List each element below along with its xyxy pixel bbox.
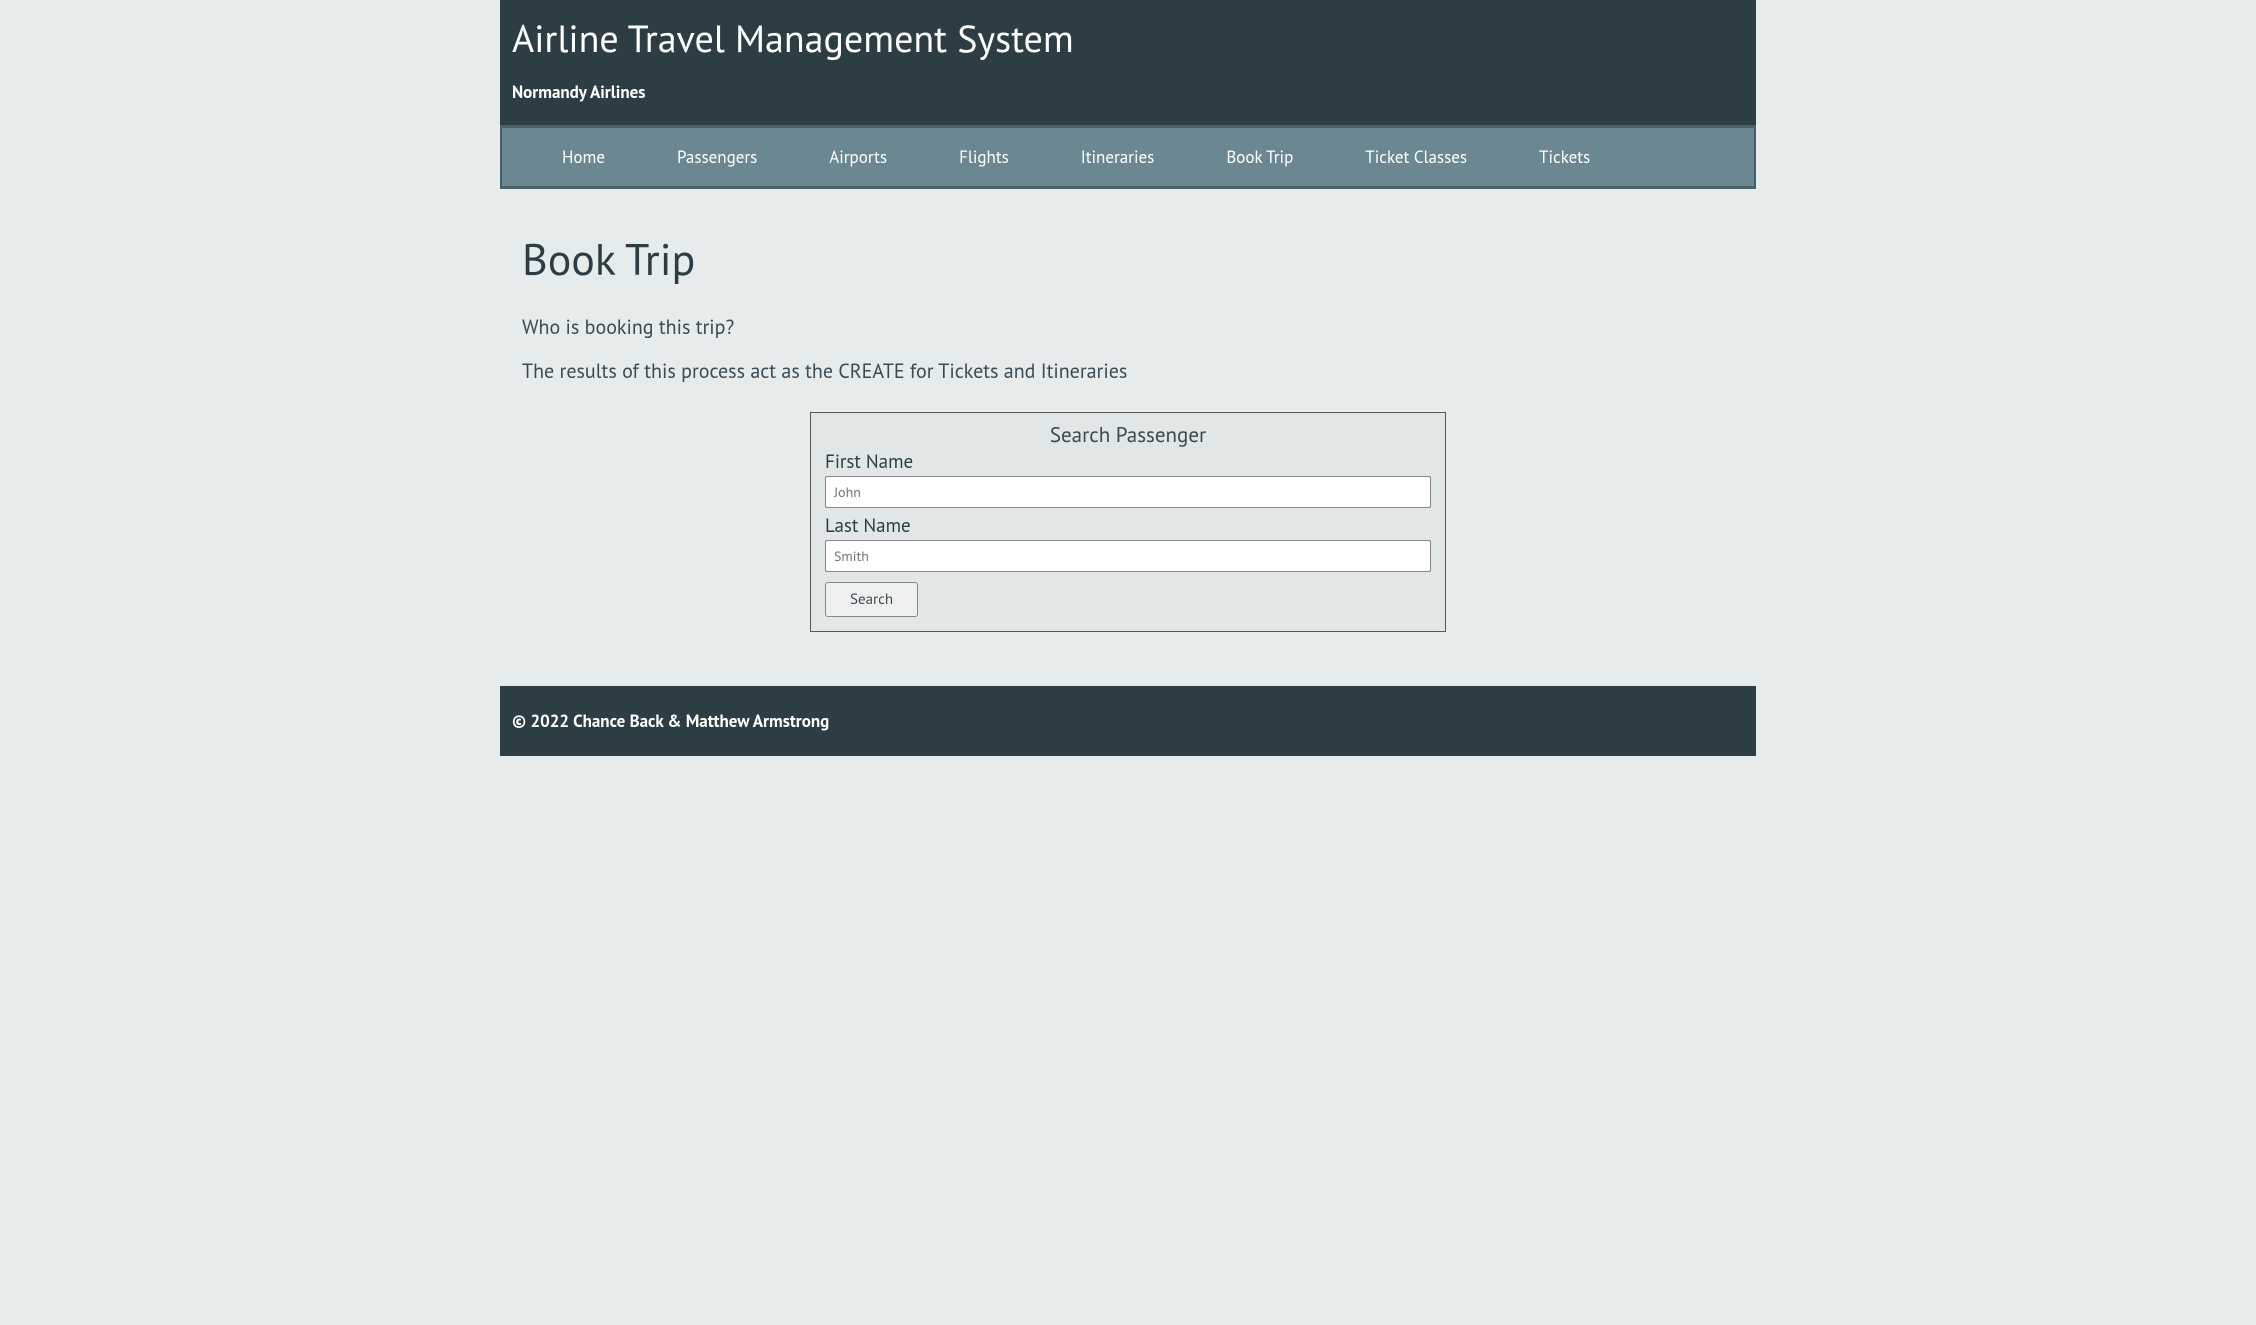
booking-description: The results of this process act as the C… (522, 358, 1734, 384)
search-box-title: Search Passenger (825, 421, 1431, 448)
nav-ticket-classes[interactable]: Ticket Classes (1329, 128, 1503, 186)
first-name-input[interactable] (825, 476, 1431, 508)
search-passenger-box: Search Passenger First Name Last Name Se… (810, 412, 1446, 632)
nav-airports[interactable]: Airports (793, 128, 923, 186)
last-name-input[interactable] (825, 540, 1431, 572)
nav-flights[interactable]: Flights (923, 128, 1045, 186)
nav-book-trip[interactable]: Book Trip (1190, 128, 1329, 186)
main-nav: Home Passengers Airports Flights Itinera… (500, 125, 1756, 189)
airline-name: Normandy Airlines (512, 81, 1744, 103)
page-title: Book Trip (522, 231, 1734, 288)
nav-itineraries[interactable]: Itineraries (1045, 128, 1191, 186)
search-button[interactable]: Search (825, 582, 918, 617)
last-name-label: Last Name (825, 514, 1431, 538)
first-name-label: First Name (825, 450, 1431, 474)
header: Airline Travel Management System Normand… (500, 0, 1756, 125)
footer: © 2022 Chance Back & Matthew Armstrong (500, 686, 1756, 756)
nav-tickets[interactable]: Tickets (1503, 128, 1626, 186)
footer-text: © 2022 Chance Back & Matthew Armstrong (512, 710, 829, 732)
app-title: Airline Travel Management System (512, 14, 1744, 63)
nav-home[interactable]: Home (526, 128, 641, 186)
main-content: Book Trip Who is booking this trip? The … (500, 189, 1756, 664)
nav-passengers[interactable]: Passengers (641, 128, 793, 186)
booking-question: Who is booking this trip? (522, 314, 1734, 340)
